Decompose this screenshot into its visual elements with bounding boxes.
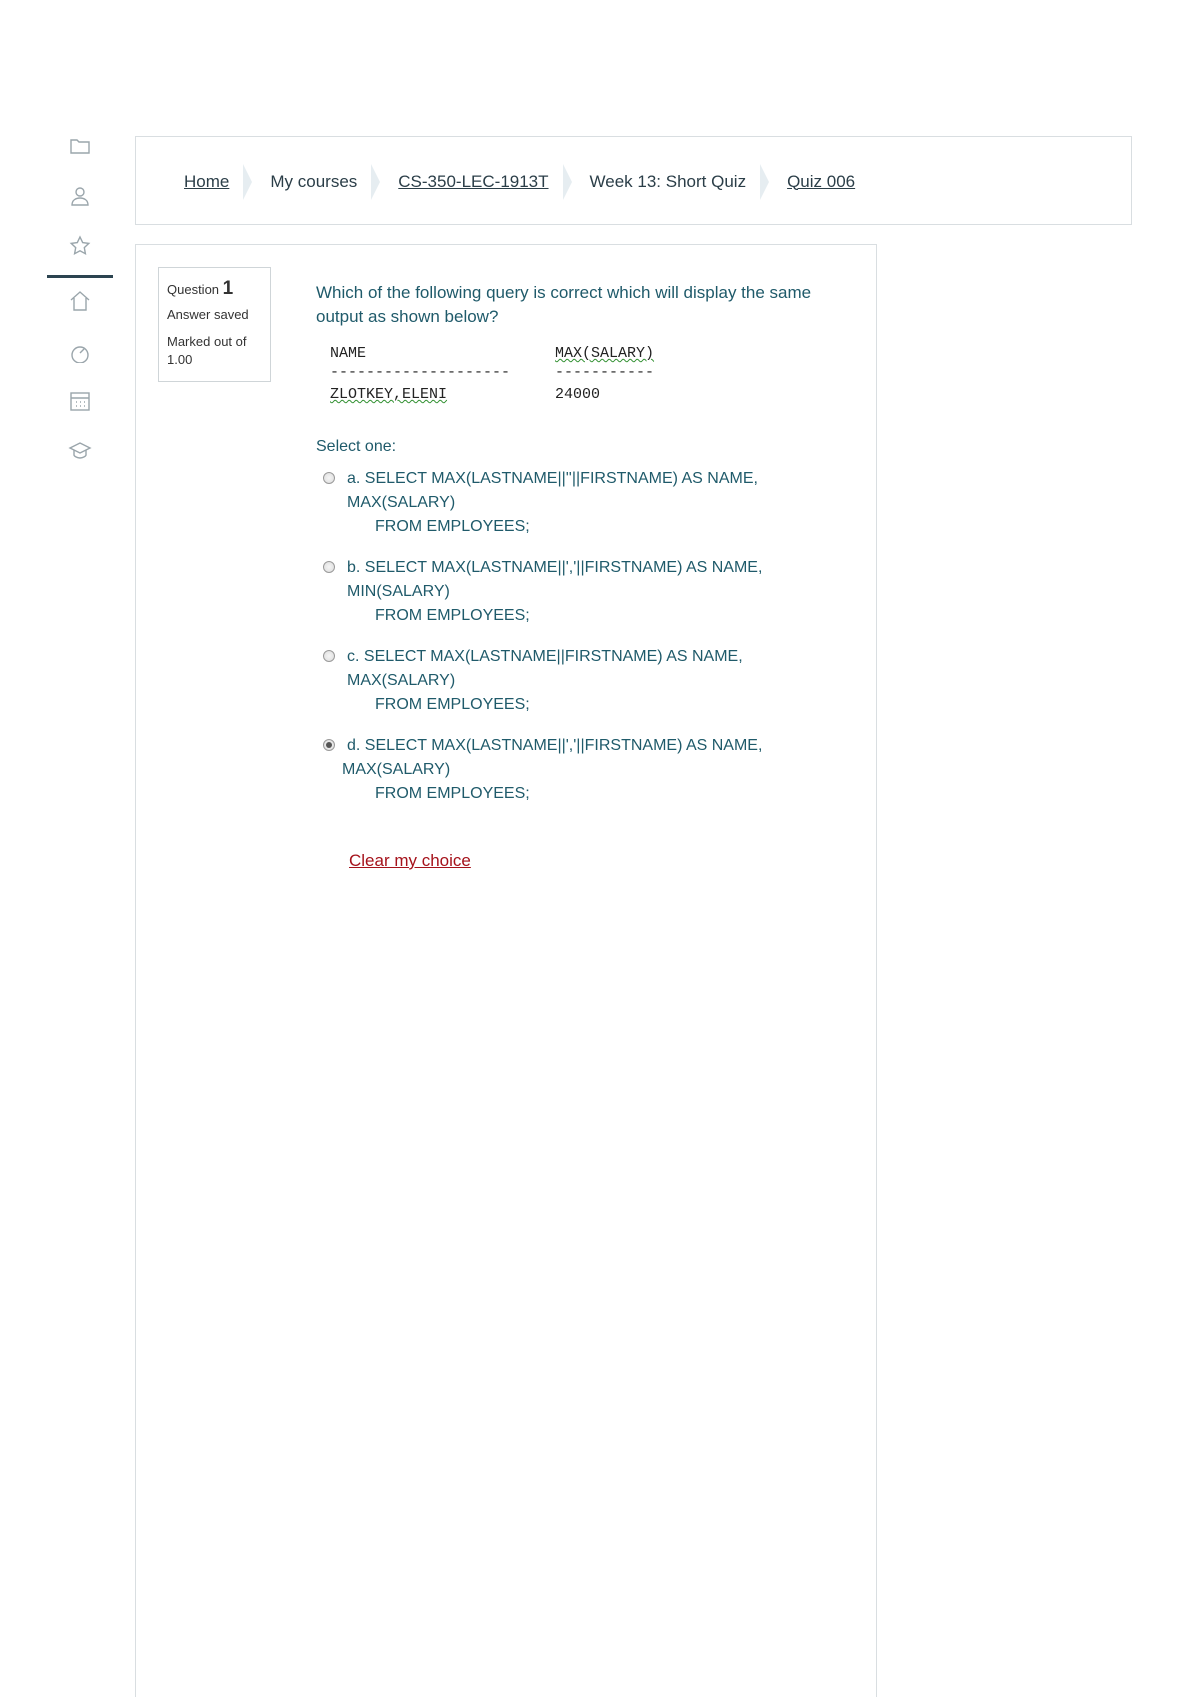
question-state: Answer saved <box>167 307 249 322</box>
breadcrumb-bar: Home My courses CS-350-LEC-1913T Week 13… <box>135 136 1132 225</box>
graduation-cap-icon[interactable] <box>47 435 113 467</box>
option-b-line2: FROM EMPLOYEES; <box>375 607 530 624</box>
output-value-max: 24000 <box>555 386 601 403</box>
question-marks: Marked out of 1.00 <box>167 334 247 367</box>
answer-option-d[interactable]: d. SELECT MAX(LASTNAME||','||FIRSTNAME) … <box>323 734 843 806</box>
answer-option-c[interactable]: c. SELECT MAX(LASTNAME||FIRSTNAME) AS NA… <box>323 645 843 717</box>
answer-option-a[interactable]: a. SELECT MAX(LASTNAME||''||FIRSTNAME) A… <box>323 467 843 539</box>
breadcrumb-course[interactable]: CS-350-LEC-1913T <box>398 172 548 192</box>
breadcrumb-section: Week 13: Short Quiz <box>589 171 747 191</box>
option-d-line1b: MAX(SALARY) <box>342 761 451 778</box>
breadcrumb-my-courses: My courses <box>270 171 358 191</box>
option-d-line1: SELECT MAX(LASTNAME||','||FIRSTNAME) AS … <box>364 737 763 754</box>
radio-b[interactable] <box>323 561 335 573</box>
user-icon[interactable] <box>47 180 113 212</box>
breadcrumb: Home My courses CS-350-LEC-1913T Week 13… <box>184 137 855 226</box>
radio-d[interactable] <box>323 739 335 751</box>
calendar-icon[interactable] <box>47 385 113 417</box>
option-a-line1: SELECT MAX(LASTNAME||''||FIRSTNAME) AS N… <box>347 470 758 511</box>
folder-icon[interactable] <box>47 130 113 162</box>
question-card: Question 1 Answer saved Marked out of 1.… <box>135 244 877 1697</box>
dashboard-icon[interactable] <box>47 335 113 367</box>
answer-option-b[interactable]: b. SELECT MAX(LASTNAME||','||FIRSTNAME) … <box>323 556 843 628</box>
option-a-letter: a. <box>347 470 361 487</box>
option-a-line2: FROM EMPLOYEES; <box>375 518 530 535</box>
home-icon[interactable] <box>47 285 113 317</box>
question-info-box: Question 1 Answer saved Marked out of 1.… <box>158 267 271 382</box>
output-divider-max: ----------- <box>555 364 655 381</box>
breadcrumb-separator <box>243 163 253 200</box>
output-value-name: ZLOTKEY,ELENI <box>330 386 447 403</box>
radio-c[interactable] <box>323 650 335 662</box>
rail-divider <box>47 275 113 278</box>
select-one-prompt: Select one: <box>316 438 397 455</box>
option-d-line2: FROM EMPLOYEES; <box>375 785 530 802</box>
star-icon[interactable] <box>47 230 113 262</box>
option-b-line1: SELECT MAX(LASTNAME||','||FIRSTNAME) AS … <box>347 559 763 600</box>
output-header-max: MAX(SALARY) <box>555 345 654 362</box>
sql-output-image: NAME MAX(SALARY) -------------------- --… <box>330 339 710 413</box>
breadcrumb-quiz[interactable]: Quiz 006 <box>787 172 855 192</box>
output-divider-name: -------------------- <box>330 364 511 381</box>
question-text: Which of the following query is correct … <box>316 283 812 326</box>
breadcrumb-separator <box>371 163 381 200</box>
breadcrumb-separator <box>562 163 572 200</box>
question-label: Question <box>167 282 220 297</box>
breadcrumb-home[interactable]: Home <box>184 172 229 192</box>
option-b-letter: b. <box>347 559 361 576</box>
output-header-max-text: MAX(SALARY) <box>555 345 655 362</box>
option-c-line2: FROM EMPLOYEES; <box>375 696 530 713</box>
option-c-letter: c. <box>347 648 360 665</box>
output-header-name: NAME <box>330 345 367 362</box>
question-number: 1 <box>222 278 234 299</box>
option-d-letter: d. <box>347 737 361 754</box>
breadcrumb-separator <box>760 163 770 200</box>
clear-choice-link[interactable]: Clear my choice <box>349 851 471 871</box>
radio-a[interactable] <box>323 472 335 484</box>
option-c-line1: SELECT MAX(LASTNAME||FIRSTNAME) AS NAME,… <box>347 648 743 689</box>
output-value-name-text: ZLOTKEY,ELENI <box>330 386 448 403</box>
